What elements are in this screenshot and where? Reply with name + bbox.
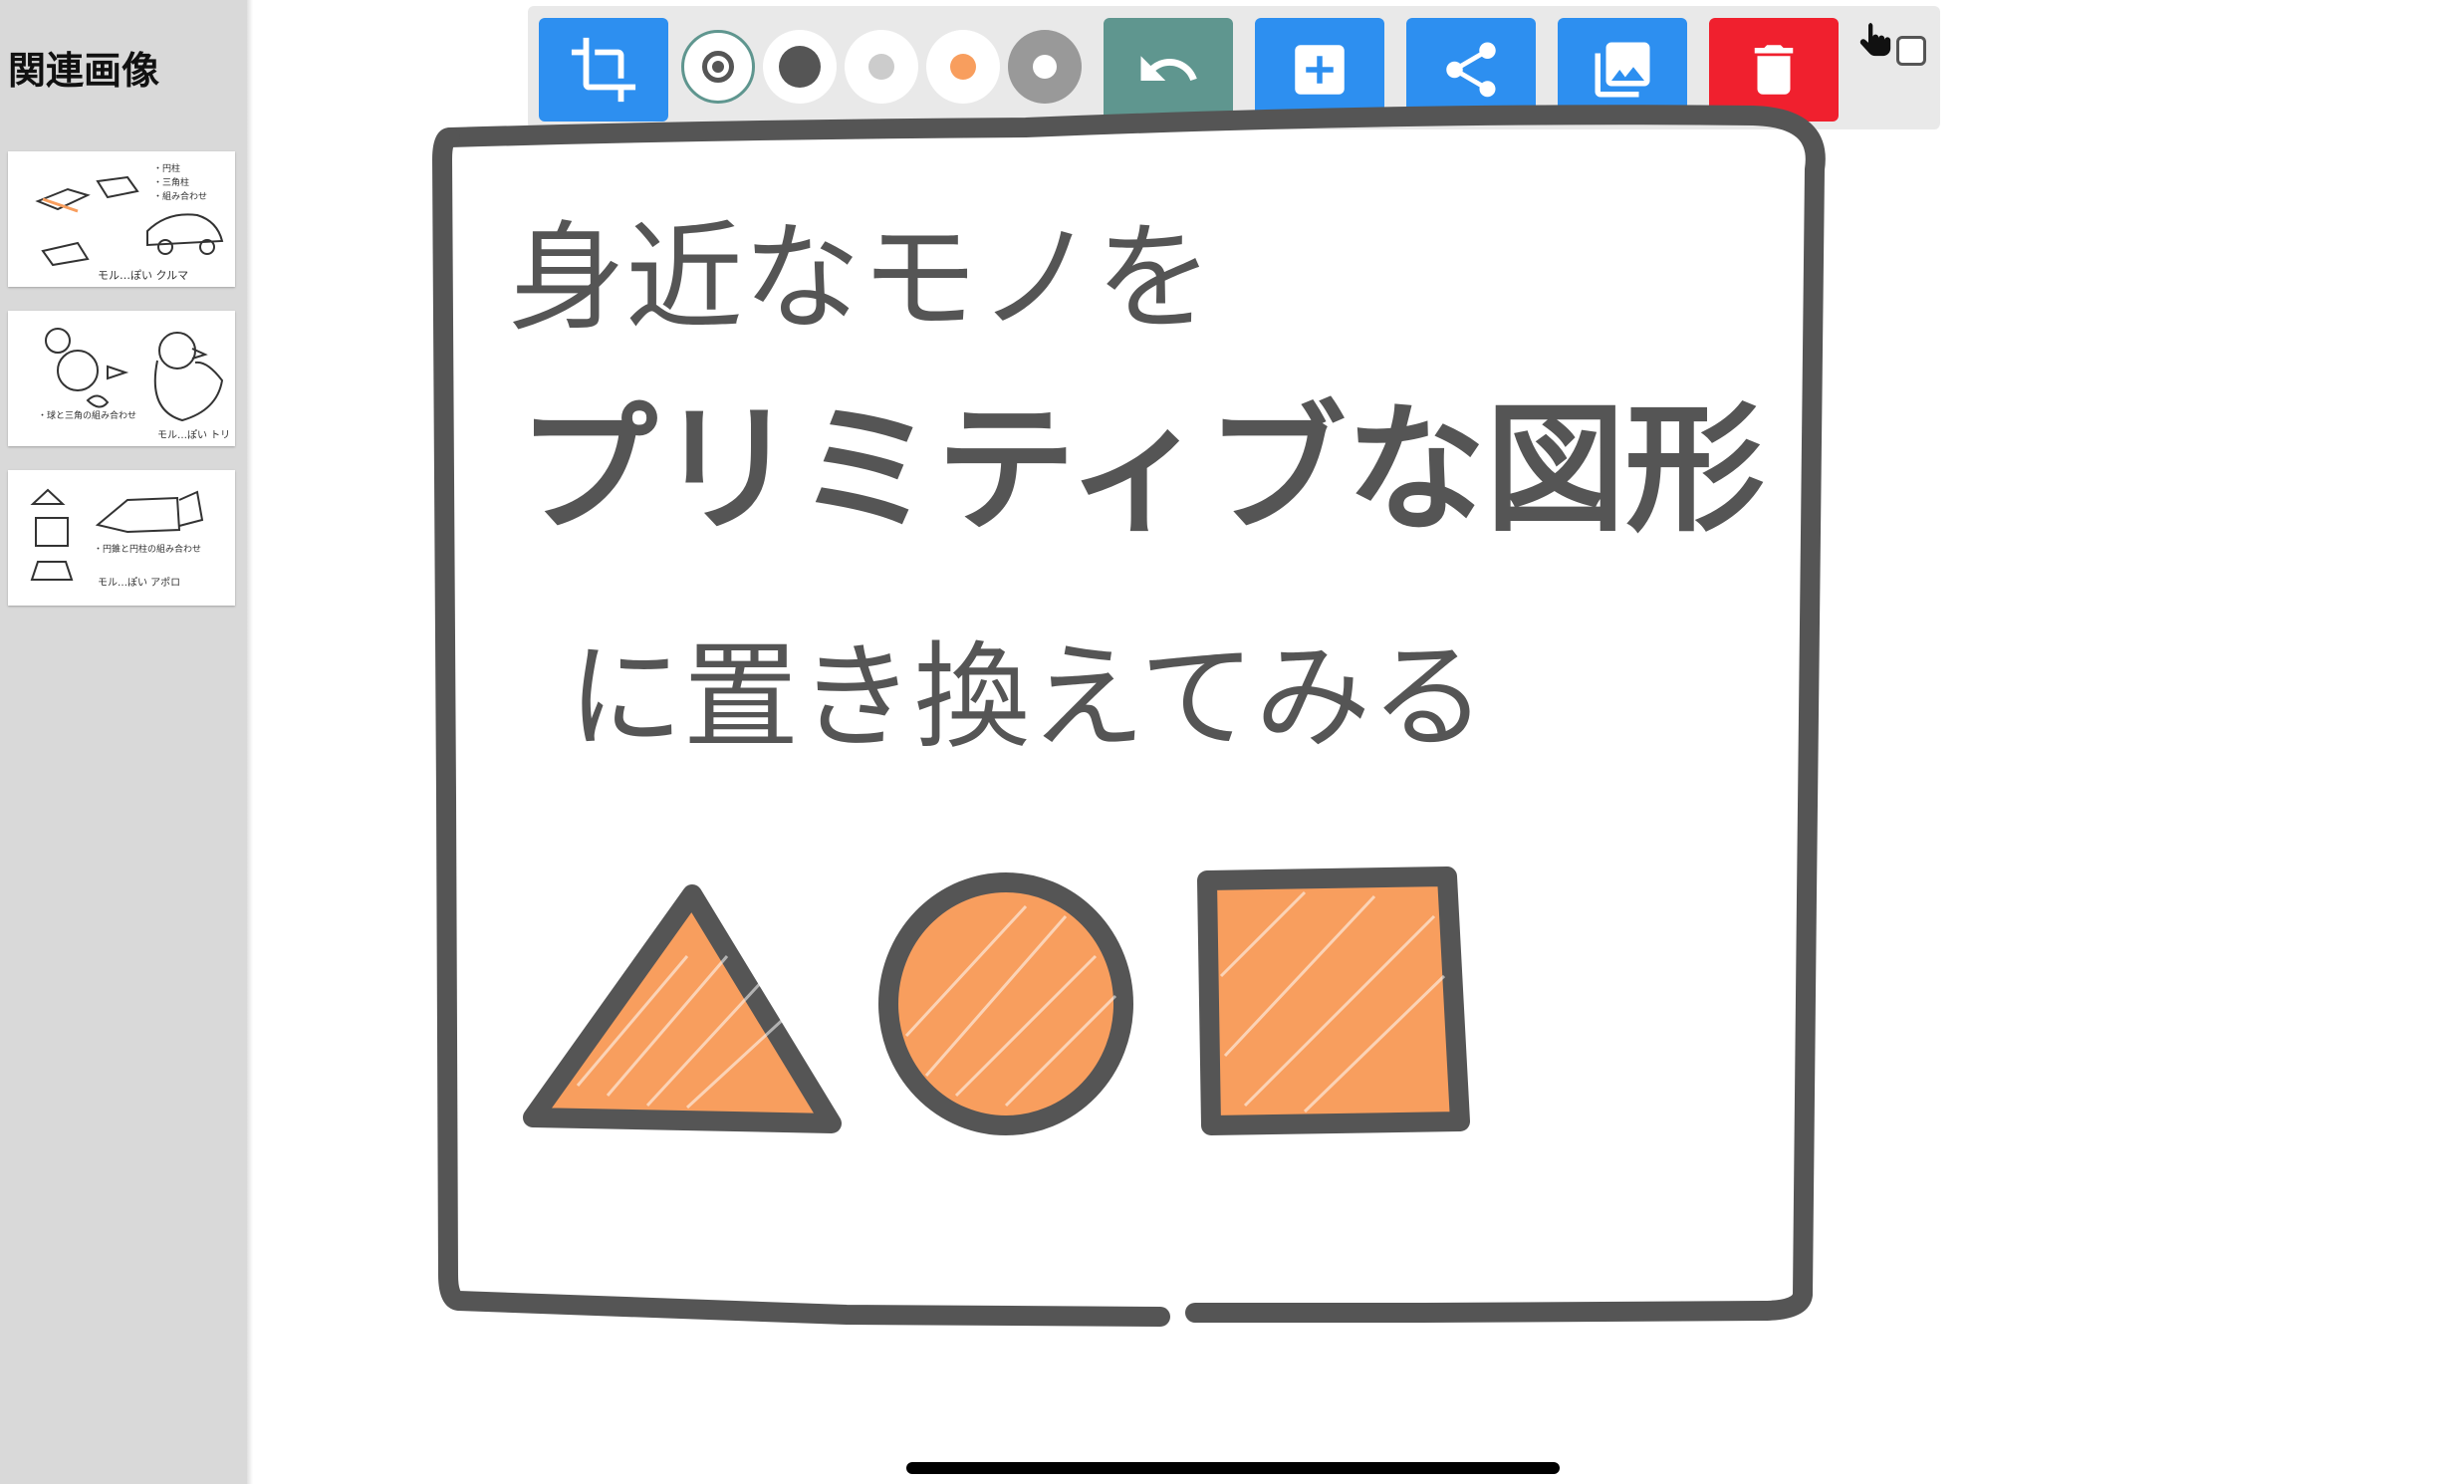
- thumbnail-image: ・円錐と円柱の組み合わせ モル…ぽい アポロ: [8, 470, 235, 606]
- share-icon: [1438, 37, 1504, 103]
- undo-icon: [1135, 37, 1201, 103]
- related-images-sidebar: 関連画像 ・円柱 ・三角柱 ・組み合わせ モル…ぽい クルマ ・球と三角の組み合…: [0, 0, 247, 1484]
- svg-text:・円柱: ・円柱: [153, 162, 180, 174]
- hand-pointer-icon: [1856, 20, 1896, 68]
- pen-dot-icon: [1033, 55, 1057, 79]
- trash-icon: [1741, 37, 1807, 103]
- svg-text:モル…ぽい クルマ: モル…ぽい クルマ: [98, 269, 188, 282]
- drawn-triangle: [523, 884, 842, 1133]
- pen-dot-icon: [950, 54, 976, 80]
- home-indicator: [906, 1462, 1560, 1474]
- photo-library-icon: [1590, 37, 1655, 103]
- pen-eraser[interactable]: [1008, 30, 1082, 104]
- pen-size-selected[interactable]: [681, 30, 755, 104]
- crop-icon: [569, 35, 638, 105]
- palm-rejection-checkbox[interactable]: [1896, 36, 1926, 66]
- drawing-canvas[interactable]: 身近なモノを プリミティブな図形 に置き換えてみる: [428, 100, 2201, 1355]
- pen-dot-icon: [779, 46, 821, 88]
- handwritten-line-2: プリミティブな図形: [518, 389, 1765, 552]
- svg-text:・三角柱: ・三角柱: [153, 176, 189, 188]
- handwritten-line-3: に置き換えてみる: [568, 630, 1486, 765]
- svg-text:モル…ぽい アポロ: モル…ぽい アポロ: [98, 577, 180, 589]
- drawn-circle: [878, 872, 1133, 1135]
- thumbnail-bird[interactable]: ・球と三角の組み合わせ モル…ぽい トリ: [0, 303, 247, 462]
- add-box-icon: [1287, 37, 1353, 103]
- pen-dot-icon: [868, 54, 894, 80]
- thumbnail-apollo[interactable]: ・円錐と円柱の組み合わせ モル…ぽい アポロ: [0, 462, 247, 621]
- thumbnail-image: ・球と三角の組み合わせ モル…ぽい トリ: [8, 311, 235, 446]
- pen-color-light-gray[interactable]: [845, 30, 918, 104]
- svg-text:・組み合わせ: ・組み合わせ: [153, 190, 207, 202]
- svg-text:モル…ぽい トリ: モル…ぽい トリ: [157, 429, 230, 441]
- sidebar-divider: [247, 0, 253, 1484]
- handwritten-line-1: 身近なモノを: [508, 209, 1213, 347]
- thumbnail-image: ・円柱 ・三角柱 ・組み合わせ モル…ぽい クルマ: [8, 151, 235, 287]
- pen-color-orange[interactable]: [926, 30, 1000, 104]
- drawn-square: [1197, 866, 1470, 1135]
- thumbnail-car[interactable]: ・円柱 ・三角柱 ・組み合わせ モル…ぽい クルマ: [0, 143, 247, 303]
- svg-text:・球と三角の組み合わせ: ・球と三角の組み合わせ: [38, 409, 136, 421]
- svg-text:・円錐と円柱の組み合わせ: ・円錐と円柱の組み合わせ: [94, 543, 201, 555]
- sidebar-title: 関連画像: [8, 48, 160, 93]
- pen-size-large[interactable]: [763, 30, 837, 104]
- pen-dot-icon: [702, 51, 734, 83]
